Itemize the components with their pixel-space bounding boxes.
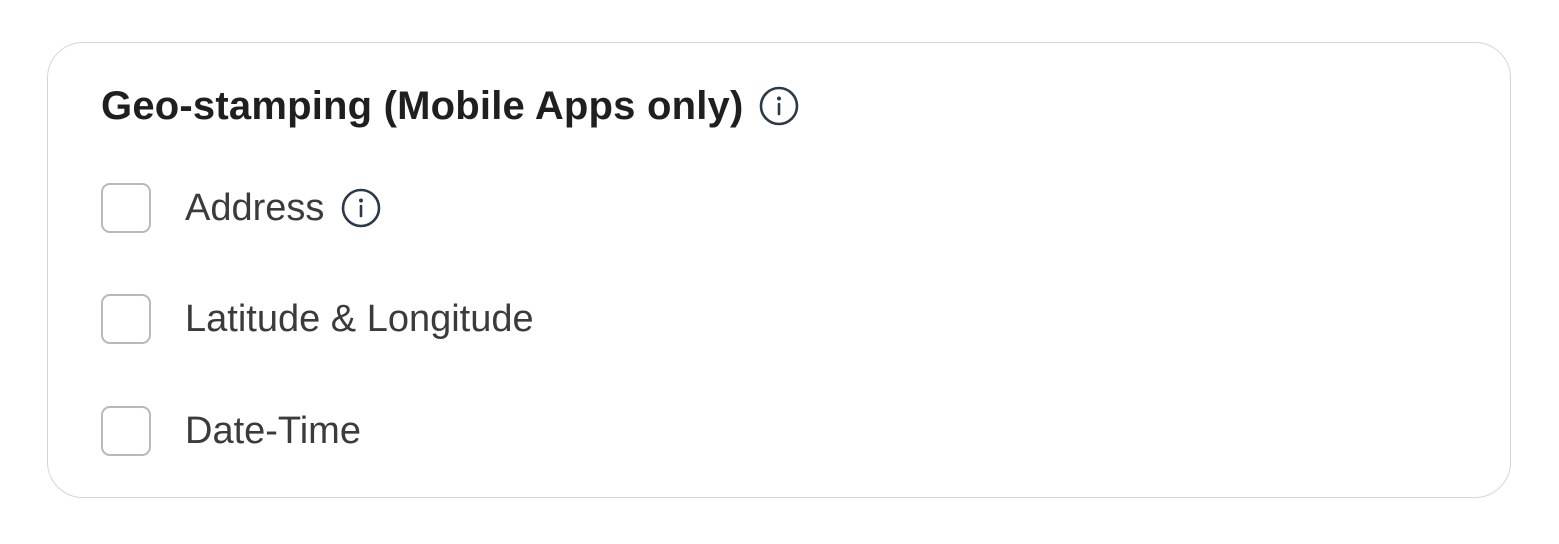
option-date-time: Date-Time bbox=[101, 404, 361, 458]
option-address: Address bbox=[101, 181, 382, 235]
section-title: Geo-stamping (Mobile Apps only) bbox=[101, 83, 744, 128]
address-label[interactable]: Address bbox=[185, 187, 324, 230]
date-time-checkbox[interactable] bbox=[101, 406, 151, 456]
latitude-longitude-checkbox[interactable] bbox=[101, 294, 151, 344]
option-latitude-longitude: Latitude & Longitude bbox=[101, 292, 534, 346]
info-icon[interactable] bbox=[340, 187, 382, 229]
geo-stamping-card: Geo-stamping (Mobile Apps only) Address … bbox=[47, 42, 1511, 498]
date-time-label[interactable]: Date-Time bbox=[185, 410, 361, 453]
address-checkbox[interactable] bbox=[101, 183, 151, 233]
info-icon[interactable] bbox=[758, 85, 800, 127]
section-header: Geo-stamping (Mobile Apps only) bbox=[101, 81, 800, 131]
latitude-longitude-label[interactable]: Latitude & Longitude bbox=[185, 298, 534, 341]
